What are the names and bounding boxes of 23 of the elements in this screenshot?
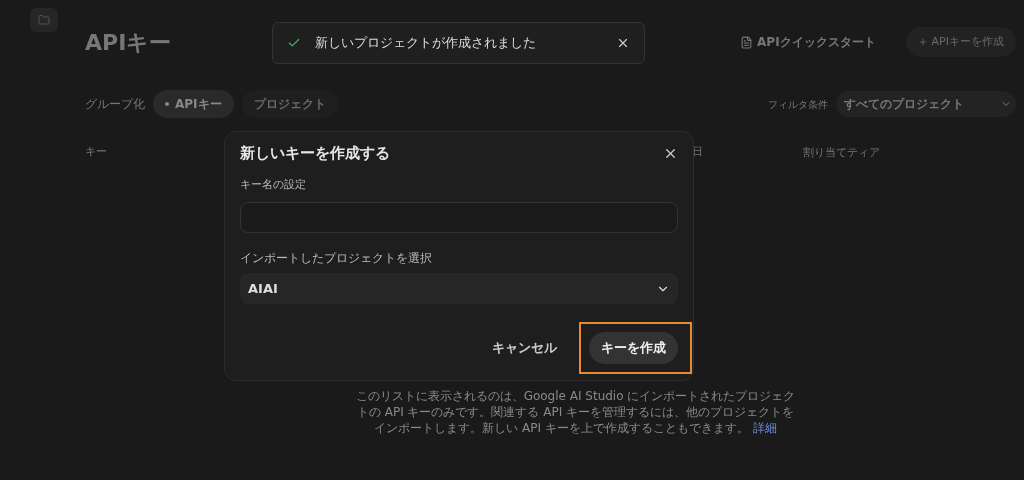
document-icon	[740, 35, 754, 49]
filter-label: フィルタ条件	[768, 97, 828, 112]
project-filter-dropdown[interactable]: すべてのプロジェクト	[836, 91, 1016, 117]
column-header: キー	[85, 144, 107, 160]
group-chip[interactable]: APIキー	[153, 90, 234, 118]
group-chip[interactable]: プロジェクト	[241, 90, 338, 118]
column-header: 割り当てティア	[803, 145, 881, 161]
details-link[interactable]: 詳細	[752, 421, 777, 435]
group-label: グループ化	[85, 96, 145, 113]
field-label: インポートしたプロジェクトを選択	[240, 250, 433, 267]
plus-icon	[917, 37, 928, 47]
close-icon[interactable]	[616, 36, 630, 50]
toast-message: 新しいプロジェクトが作成されました	[315, 34, 536, 53]
page-title: APIキー	[85, 28, 172, 57]
column-header: 日	[692, 144, 703, 160]
create-key-button[interactable]: キーを作成	[589, 332, 678, 364]
cancel-button[interactable]: キャンセル	[480, 333, 569, 363]
check-icon	[287, 36, 301, 50]
quickstart-link[interactable]: APIクイックスタート	[740, 33, 876, 51]
field-label: キー名の設定	[240, 176, 307, 193]
dialog-title: 新しいキーを作成する	[240, 143, 390, 164]
footer-text: このリストに表示されるのは、Google AI Studio にインポートされたプロジェクトの API キーのみです。関連する API キーを管理するには、他のプロジェクトをインポートします。新しい API キーを上で作成することもできます。 詳細	[355, 388, 796, 436]
project-select[interactable]: AIAI	[240, 273, 678, 304]
